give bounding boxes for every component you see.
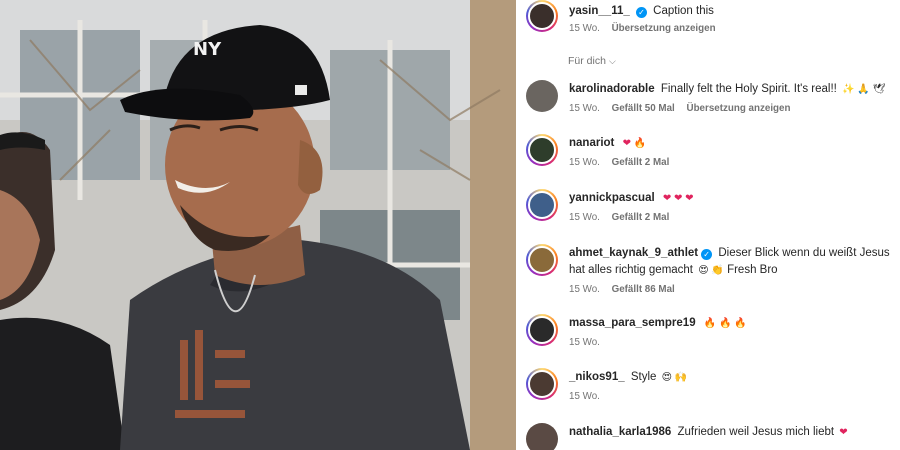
author-avatar[interactable] (526, 0, 558, 32)
commenter-avatar[interactable] (526, 423, 558, 450)
commenter-username[interactable]: yannickpascual (569, 192, 655, 204)
commenter-username[interactable]: ahmet_kaynak_9_athlet (569, 247, 698, 259)
comment-age: 15 Wo. (569, 212, 600, 223)
comment-filter-dropdown[interactable]: Für dich ⌵ (568, 55, 616, 67)
caption-age: 15 Wo. (569, 23, 600, 34)
comment-meta: 15 Wo. Gefällt 50 Mal Übersetzung anzeig… (569, 103, 799, 114)
comment-emojis: 😍 🙌 (661, 372, 688, 383)
verified-badge-icon: ✓ (701, 249, 713, 260)
svg-text:NY: NY (193, 39, 222, 60)
comment-age: 15 Wo. (569, 391, 600, 402)
chevron-down-icon: ⌵ (608, 56, 616, 66)
caption-text: Caption this (653, 5, 714, 17)
comment-likes[interactable]: Gefällt 86 Mal (612, 284, 675, 295)
comment-meta: 15 Wo. (569, 391, 609, 402)
comment-text: Style (630, 371, 657, 383)
comment-likes[interactable]: Gefällt 2 Mal (612, 157, 670, 168)
comment-likes[interactable]: Gefällt 50 Mal (612, 103, 675, 114)
commenter-avatar[interactable] (526, 244, 558, 276)
comment-text: Zufrieden weil Jesus mich liebt (677, 426, 835, 438)
post-photo-illustration: NY (0, 0, 516, 450)
commenter-username[interactable]: nathalia_karla1986 (569, 426, 671, 438)
commenter-avatar[interactable] (526, 134, 558, 166)
comment-age: 15 Wo. (569, 103, 600, 114)
comment-meta: 15 Wo. (569, 337, 609, 348)
comments-panel: yasin__11_ ✓ Caption this 15 Wo. Überset… (516, 0, 900, 450)
caption-meta: 15 Wo. Übersetzung anzeigen (569, 23, 725, 34)
filter-label: Für dich (568, 55, 606, 67)
verified-badge-icon: ✓ (635, 7, 647, 18)
comment-likes[interactable]: Gefällt 2 Mal (612, 212, 670, 223)
commenter-avatar[interactable] (526, 314, 558, 346)
comment-emojis: 😍 👏 (698, 265, 724, 276)
comment-emojis: ❤ (839, 427, 848, 438)
commenter-username[interactable]: karolinadorable (569, 83, 655, 95)
commenter-avatar[interactable] (526, 368, 558, 400)
comment-meta: 15 Wo. Gefällt 2 Mal (569, 157, 678, 168)
commenter-username[interactable]: massa_para_sempre19 (569, 317, 696, 329)
comment-emojis: ✨ 🙏 🕊 (842, 84, 886, 95)
translate-link[interactable]: Übersetzung anzeigen (612, 23, 716, 34)
comment-text: Finally felt the Holy Spirit. It's real!… (660, 83, 837, 95)
commenter-username[interactable]: nanariot (569, 137, 614, 149)
post-photo: NY (0, 0, 516, 450)
comment-emojis: ❤ 🔥 (622, 138, 647, 149)
comment-text-tail: Fresh Bro (727, 264, 778, 276)
comment-age: 15 Wo. (569, 157, 600, 168)
translate-link[interactable]: Übersetzung anzeigen (687, 103, 791, 114)
comment-age: 15 Wo. (569, 284, 600, 295)
comment-emojis: 🔥 🔥 🔥 (703, 318, 747, 329)
comment-meta: 15 Wo. Gefällt 2 Mal (569, 212, 678, 223)
author-username[interactable]: yasin__11_ (569, 5, 630, 17)
comment-age: 15 Wo. (569, 337, 600, 348)
comment-emojis: ❤ ❤ ❤ (662, 193, 694, 204)
commenter-avatar[interactable] (526, 189, 558, 221)
commenter-username[interactable]: _nikos91_ (569, 371, 625, 383)
comment-meta: 15 Wo. Gefällt 86 Mal (569, 284, 684, 295)
commenter-avatar[interactable] (526, 80, 558, 112)
